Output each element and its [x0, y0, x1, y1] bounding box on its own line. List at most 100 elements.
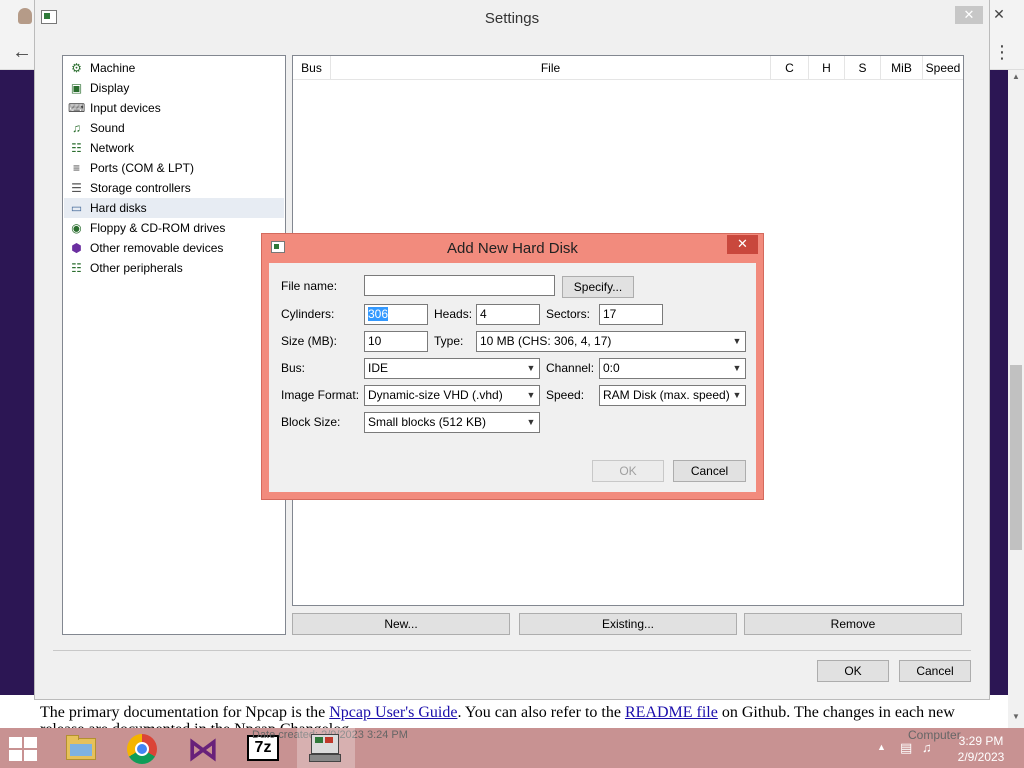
- tree-item[interactable]: ⚙ Machine: [64, 58, 284, 78]
- doc-text-3: on Github. The changes in each new: [717, 704, 955, 721]
- type-select[interactable]: 10 MB (CHS: 306, 4, 17) ▼: [476, 331, 746, 352]
- chevron-down-icon: ▼: [526, 390, 536, 400]
- taskbar: ⋈ 7z Date created: 2/9/2023 3:24 PM Comp…: [0, 728, 1024, 768]
- scroll-up-icon[interactable]: ▲: [1008, 72, 1024, 84]
- existing-disk-button[interactable]: Existing...: [519, 613, 737, 635]
- block-size-select[interactable]: Small blocks (512 KB) ▼: [364, 412, 540, 433]
- channel-select[interactable]: 0:0 ▼: [599, 358, 746, 379]
- tree-item[interactable]: ☰ Storage controllers: [64, 178, 284, 198]
- tree-item-label: Hard disks: [90, 201, 147, 215]
- browser-close-icon[interactable]: ✕: [988, 4, 1010, 24]
- column-header[interactable]: MiB: [881, 56, 923, 80]
- dialog-body: File name: Specify... Cylinders: 306 Hea…: [269, 263, 756, 492]
- scroll-thumb[interactable]: [1010, 365, 1022, 550]
- network-icon: ☷: [71, 141, 82, 155]
- tree-item[interactable]: ◉ Floppy & CD-ROM drives: [64, 218, 284, 238]
- npcap-users-guide-link[interactable]: Npcap User's Guide: [329, 704, 457, 721]
- settings-close-button[interactable]: ✕: [955, 6, 983, 24]
- tree-item-label: Other removable devices: [90, 241, 224, 255]
- peripherals-icon: ☷: [71, 261, 82, 275]
- bus-select[interactable]: IDE ▼: [364, 358, 540, 379]
- type-value: 10 MB (CHS: 306, 4, 17): [480, 334, 612, 348]
- channel-value: 0:0: [603, 361, 620, 375]
- column-header[interactable]: H: [809, 56, 845, 80]
- dialog-cancel-button[interactable]: Cancel: [673, 460, 746, 482]
- chevron-down-icon: ▼: [732, 363, 742, 373]
- tree-item-label: Other peripherals: [90, 261, 183, 275]
- cylinders-input[interactable]: 306: [364, 304, 428, 325]
- clock-date[interactable]: 2/9/2023: [956, 750, 1006, 764]
- file-explorer-icon[interactable]: [52, 728, 110, 768]
- system-tray: Computer ▲ ▤ ♫ 3:29 PM 2/9/2023: [870, 728, 1024, 768]
- tree-item[interactable]: ≡ Ports (COM & LPT): [64, 158, 284, 178]
- column-header[interactable]: Speed: [923, 56, 963, 80]
- removable-devices-icon: ⬢: [71, 241, 82, 255]
- tray-expand-icon[interactable]: ▲: [877, 742, 886, 752]
- channel-label: Channel:: [546, 361, 595, 375]
- windows-start-icon[interactable]: [8, 736, 38, 762]
- page-scrollbar[interactable]: ▲ ▼: [1008, 70, 1024, 728]
- speed-label: Speed:: [546, 388, 585, 402]
- tree-item[interactable]: ▭ Hard disks: [64, 198, 284, 218]
- profile-avatar[interactable]: [18, 8, 32, 24]
- specify-button[interactable]: Specify...: [562, 276, 634, 298]
- size-input[interactable]: 10: [364, 331, 428, 352]
- tree-item-label: Ports (COM & LPT): [90, 161, 195, 175]
- clock-time[interactable]: 3:29 PM: [956, 734, 1006, 748]
- sectors-input[interactable]: 17: [599, 304, 663, 325]
- image-format-select[interactable]: Dynamic-size VHD (.vhd) ▼: [364, 385, 540, 406]
- tree-item[interactable]: ♫ Sound: [64, 118, 284, 138]
- volume-icon[interactable]: ♫: [922, 740, 932, 755]
- emulator-icon[interactable]: [297, 728, 355, 768]
- file-name-input[interactable]: [364, 275, 555, 296]
- settings-titlebar[interactable]: Settings ✕: [35, 0, 989, 38]
- settings-separator: [53, 650, 971, 651]
- tree-item[interactable]: ☷ Network: [64, 138, 284, 158]
- network-icon[interactable]: ▤: [900, 740, 912, 756]
- tree-item[interactable]: ⌨ Input devices: [64, 98, 284, 118]
- display-icon: ▣: [70, 81, 83, 95]
- new-disk-button[interactable]: New...: [292, 613, 510, 635]
- tree-item[interactable]: ▣ Display: [64, 78, 284, 98]
- tree-item[interactable]: ☷ Other peripherals: [64, 258, 284, 278]
- file-name-label: File name:: [281, 279, 338, 293]
- tree-item-label: Display: [90, 81, 130, 95]
- dialog-close-button[interactable]: ✕: [727, 235, 758, 254]
- add-new-hard-disk-dialog: Add New Hard Disk ✕ File name: Specify..…: [261, 233, 764, 500]
- speed-value: RAM Disk (max. speed): [603, 388, 730, 402]
- sound-icon: ♫: [72, 121, 81, 135]
- hard-disk-icon: ▭: [70, 201, 83, 215]
- settings-ok-button[interactable]: OK: [817, 660, 889, 682]
- settings-category-tree[interactable]: ⚙ Machine ▣ Display ⌨ Input devices ♫ Sound ☷ Net…: [62, 55, 286, 635]
- doc-paragraph: The primary documentation for Npcap is t…: [40, 703, 1000, 723]
- remove-disk-button[interactable]: Remove: [744, 613, 962, 635]
- block-size-value: Small blocks (512 KB): [368, 415, 487, 429]
- dialog-titlebar[interactable]: Add New Hard Disk ✕: [262, 234, 763, 262]
- input-devices-icon: ⌨: [68, 101, 86, 115]
- column-header[interactable]: C: [771, 56, 809, 80]
- machine-icon: ⚙: [71, 61, 82, 75]
- ports-icon: ≡: [72, 161, 80, 175]
- tree-item[interactable]: ⬢ Other removable devices: [64, 238, 284, 258]
- readme-file-link[interactable]: README file: [625, 704, 718, 721]
- heads-input[interactable]: 4: [476, 304, 540, 325]
- column-header[interactable]: File: [331, 56, 771, 80]
- settings-cancel-button[interactable]: Cancel: [899, 660, 971, 682]
- chrome-icon[interactable]: [113, 728, 171, 768]
- dialog-ok-button[interactable]: OK: [592, 460, 664, 482]
- kebab-menu-icon[interactable]: ⋮: [992, 40, 1012, 64]
- cylinders-value: 306: [368, 307, 389, 321]
- image-format-value: Dynamic-size VHD (.vhd): [368, 388, 503, 402]
- dialog-title: Add New Hard Disk: [447, 240, 578, 257]
- speed-select[interactable]: RAM Disk (max. speed) ▼: [599, 385, 746, 406]
- doc-text-2: . You can also refer to the: [457, 704, 625, 721]
- column-header[interactable]: Bus: [293, 56, 331, 80]
- tree-item-label: Input devices: [90, 101, 161, 115]
- tree-item-label: Storage controllers: [90, 181, 191, 195]
- block-size-label: Block Size:: [281, 415, 341, 429]
- column-header[interactable]: S: [845, 56, 881, 80]
- scroll-down-icon[interactable]: ▼: [1008, 712, 1024, 724]
- back-arrow-icon[interactable]: ←: [10, 40, 34, 64]
- floppy-cdrom-icon: ◉: [71, 221, 82, 235]
- visual-studio-icon[interactable]: ⋈: [174, 728, 232, 768]
